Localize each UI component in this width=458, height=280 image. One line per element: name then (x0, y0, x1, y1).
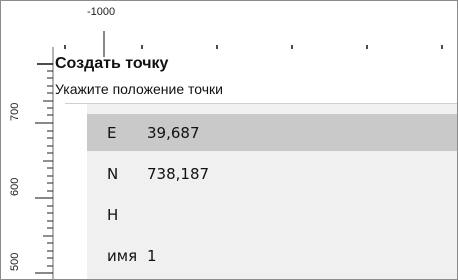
drawing-canvas[interactable]: -1000 700 600 500 Создать точку Укажите … (0, 0, 458, 280)
left-ruler-label-700: 700 (9, 103, 21, 121)
command-prompt: Укажите положение точки (55, 81, 223, 97)
field-row-e[interactable]: E 39,687 (87, 114, 457, 151)
field-key-e: E (107, 123, 117, 142)
field-value-n[interactable]: 738,187 (147, 165, 209, 183)
left-ruler-label-500: 500 (9, 253, 21, 271)
field-row-n[interactable]: N 738,187 (87, 155, 457, 192)
left-ruler-label-600: 600 (9, 178, 21, 196)
top-ruler-label: -1000 (87, 6, 115, 18)
field-value-e[interactable]: 39,687 (147, 124, 200, 142)
point-input-panel: E 39,687 N 738,187 H имя 1 (65, 103, 457, 279)
command-title: Создать точку (55, 55, 169, 72)
field-row-h[interactable]: H (87, 196, 457, 233)
field-key-h: H (107, 205, 119, 224)
field-row-name[interactable]: имя 1 (87, 237, 457, 274)
field-key-name: имя (107, 246, 138, 265)
field-key-n: N (107, 164, 119, 183)
field-value-name[interactable]: 1 (147, 247, 157, 265)
